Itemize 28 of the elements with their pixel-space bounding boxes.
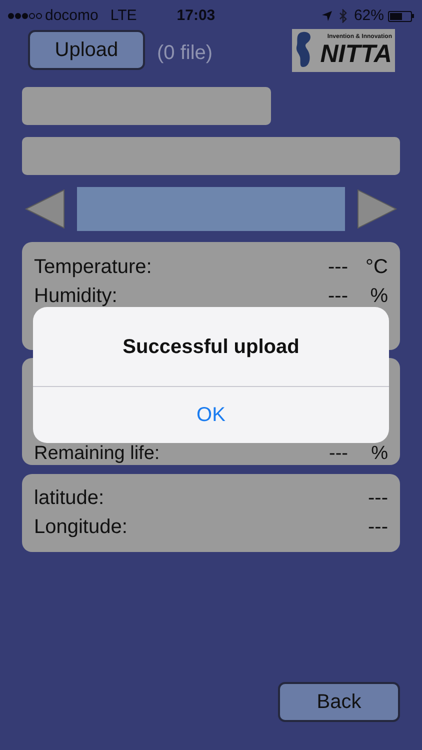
file-count: (0 file) xyxy=(157,41,213,66)
battery-percent: 62% xyxy=(354,6,384,26)
ok-button[interactable]: OK xyxy=(33,387,389,443)
reading-value: --- xyxy=(367,514,388,540)
back-button[interactable]: Back xyxy=(278,682,400,722)
left-arrow-icon[interactable] xyxy=(24,188,66,230)
logo-name: NITTA xyxy=(320,41,392,67)
reading-unit: % xyxy=(370,442,388,464)
reading-value: --- xyxy=(327,254,348,280)
alert-title: Successful upload xyxy=(122,334,300,360)
right-arrow-icon[interactable] xyxy=(356,188,398,230)
network-type: LTE xyxy=(110,6,137,26)
clock: 17:03 xyxy=(176,6,216,26)
reading-value: --- xyxy=(367,486,388,510)
reading-value: --- xyxy=(327,284,348,308)
reading-label: Longitude: xyxy=(34,514,128,540)
reading-label: Remaining life: xyxy=(34,442,161,464)
reading-label: latitude: xyxy=(34,486,106,510)
battery-icon xyxy=(388,10,414,22)
location-arrow-icon xyxy=(320,10,333,22)
reading-value: --- xyxy=(328,442,348,464)
reading-unit: % xyxy=(369,284,388,308)
bluetooth-icon xyxy=(338,9,348,23)
reading-unit: °C xyxy=(364,254,388,280)
reading-label: Temperature: xyxy=(34,254,153,280)
upload-button[interactable]: Upload xyxy=(28,30,145,70)
reading-label: Humidity: xyxy=(34,284,118,308)
carrier-name: docomo xyxy=(45,6,98,26)
